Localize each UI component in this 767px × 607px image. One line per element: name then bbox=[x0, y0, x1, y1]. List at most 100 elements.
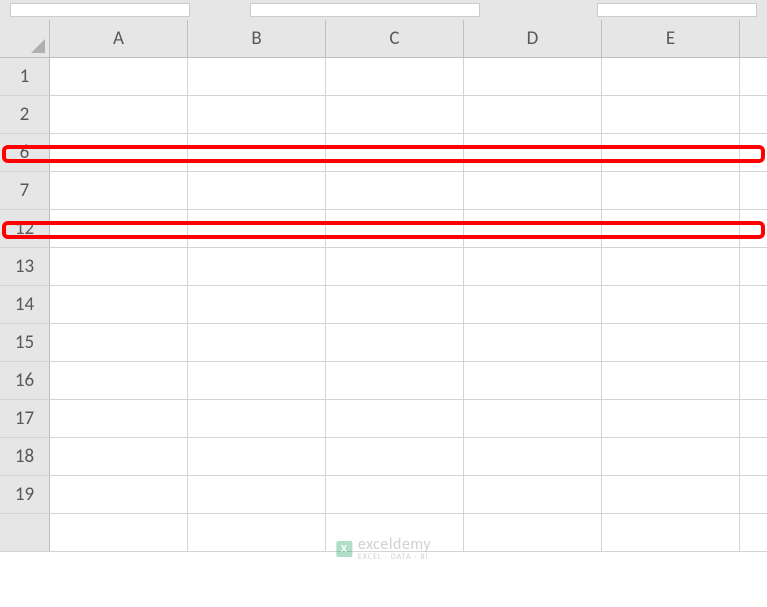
cell-e16[interactable] bbox=[602, 362, 740, 400]
cell-f6[interactable] bbox=[740, 134, 767, 172]
cell-f17[interactable] bbox=[740, 400, 767, 438]
cell-f19[interactable] bbox=[740, 476, 767, 514]
cell-e12[interactable] bbox=[602, 210, 740, 248]
name-box[interactable] bbox=[10, 3, 190, 17]
cell-d2[interactable] bbox=[464, 96, 602, 134]
cell-d12[interactable] bbox=[464, 210, 602, 248]
cell-f1[interactable] bbox=[740, 58, 767, 96]
cell-c13[interactable] bbox=[326, 248, 464, 286]
cell-c17[interactable] bbox=[326, 400, 464, 438]
cell-e1[interactable] bbox=[602, 58, 740, 96]
cell-d17[interactable] bbox=[464, 400, 602, 438]
cell-b12[interactable] bbox=[188, 210, 326, 248]
cell-a2[interactable] bbox=[50, 96, 188, 134]
row-header-extra[interactable] bbox=[0, 514, 50, 552]
cell-d6[interactable] bbox=[464, 134, 602, 172]
cell-e13[interactable] bbox=[602, 248, 740, 286]
cell-d13[interactable] bbox=[464, 248, 602, 286]
col-header-d[interactable]: D bbox=[464, 20, 602, 58]
row-header-14[interactable]: 14 bbox=[0, 286, 50, 324]
cell-d1[interactable] bbox=[464, 58, 602, 96]
cell-a6[interactable] bbox=[50, 134, 188, 172]
cell-e2[interactable] bbox=[602, 96, 740, 134]
cell-b14[interactable] bbox=[188, 286, 326, 324]
cell-f14[interactable] bbox=[740, 286, 767, 324]
col-header-c[interactable]: C bbox=[326, 20, 464, 58]
col-header-b[interactable]: B bbox=[188, 20, 326, 58]
cell-c2[interactable] bbox=[326, 96, 464, 134]
cell-b18[interactable] bbox=[188, 438, 326, 476]
cell-c14[interactable] bbox=[326, 286, 464, 324]
cell-a12[interactable] bbox=[50, 210, 188, 248]
cell-d16[interactable] bbox=[464, 362, 602, 400]
cell-b2[interactable] bbox=[188, 96, 326, 134]
cell-c1[interactable] bbox=[326, 58, 464, 96]
cell-e7[interactable] bbox=[602, 172, 740, 210]
cell-a7[interactable] bbox=[50, 172, 188, 210]
row-header-2[interactable]: 2 bbox=[0, 96, 50, 134]
cell-b15[interactable] bbox=[188, 324, 326, 362]
cell-d19[interactable] bbox=[464, 476, 602, 514]
cell-b7[interactable] bbox=[188, 172, 326, 210]
cell-f16[interactable] bbox=[740, 362, 767, 400]
cell-c15[interactable] bbox=[326, 324, 464, 362]
cell-a17[interactable] bbox=[50, 400, 188, 438]
cell-c16[interactable] bbox=[326, 362, 464, 400]
cell-b16[interactable] bbox=[188, 362, 326, 400]
ribbon-fragment bbox=[597, 3, 757, 17]
cell-extra-b[interactable] bbox=[188, 514, 326, 552]
cell-f13[interactable] bbox=[740, 248, 767, 286]
cell-e15[interactable] bbox=[602, 324, 740, 362]
cell-c7[interactable] bbox=[326, 172, 464, 210]
cell-extra-d[interactable] bbox=[464, 514, 602, 552]
row-header-1[interactable]: 1 bbox=[0, 58, 50, 96]
cell-a15[interactable] bbox=[50, 324, 188, 362]
row-header-13[interactable]: 13 bbox=[0, 248, 50, 286]
row-header-17[interactable]: 17 bbox=[0, 400, 50, 438]
row-header-19[interactable]: 19 bbox=[0, 476, 50, 514]
cell-a13[interactable] bbox=[50, 248, 188, 286]
cell-f7[interactable] bbox=[740, 172, 767, 210]
cell-d15[interactable] bbox=[464, 324, 602, 362]
cell-c12[interactable] bbox=[326, 210, 464, 248]
cell-e6[interactable] bbox=[602, 134, 740, 172]
cell-f12[interactable] bbox=[740, 210, 767, 248]
cell-a19[interactable] bbox=[50, 476, 188, 514]
row-header-16[interactable]: 16 bbox=[0, 362, 50, 400]
cell-f18[interactable] bbox=[740, 438, 767, 476]
col-header-extra[interactable] bbox=[740, 20, 767, 58]
row-header-7[interactable]: 7 bbox=[0, 172, 50, 210]
select-all-corner[interactable] bbox=[0, 20, 50, 58]
cell-d7[interactable] bbox=[464, 172, 602, 210]
cell-b13[interactable] bbox=[188, 248, 326, 286]
cell-b17[interactable] bbox=[188, 400, 326, 438]
cell-c19[interactable] bbox=[326, 476, 464, 514]
row-header-12[interactable]: 12 bbox=[0, 210, 50, 248]
cell-c18[interactable] bbox=[326, 438, 464, 476]
cell-d18[interactable] bbox=[464, 438, 602, 476]
cell-f2[interactable] bbox=[740, 96, 767, 134]
cell-a16[interactable] bbox=[50, 362, 188, 400]
cell-b19[interactable] bbox=[188, 476, 326, 514]
cell-e18[interactable] bbox=[602, 438, 740, 476]
cell-a18[interactable] bbox=[50, 438, 188, 476]
cell-d14[interactable] bbox=[464, 286, 602, 324]
cell-e14[interactable] bbox=[602, 286, 740, 324]
cell-b1[interactable] bbox=[188, 58, 326, 96]
cell-c6[interactable] bbox=[326, 134, 464, 172]
row-header-15[interactable]: 15 bbox=[0, 324, 50, 362]
cell-f15[interactable] bbox=[740, 324, 767, 362]
cell-e17[interactable] bbox=[602, 400, 740, 438]
cell-extra-f[interactable] bbox=[740, 514, 767, 552]
formula-bar[interactable] bbox=[250, 3, 480, 17]
cell-b6[interactable] bbox=[188, 134, 326, 172]
row-header-6[interactable]: 6 bbox=[0, 134, 50, 172]
cell-extra-e[interactable] bbox=[602, 514, 740, 552]
col-header-a[interactable]: A bbox=[50, 20, 188, 58]
cell-e19[interactable] bbox=[602, 476, 740, 514]
cell-extra-a[interactable] bbox=[50, 514, 188, 552]
col-header-e[interactable]: E bbox=[602, 20, 740, 58]
row-header-18[interactable]: 18 bbox=[0, 438, 50, 476]
cell-a14[interactable] bbox=[50, 286, 188, 324]
cell-a1[interactable] bbox=[50, 58, 188, 96]
